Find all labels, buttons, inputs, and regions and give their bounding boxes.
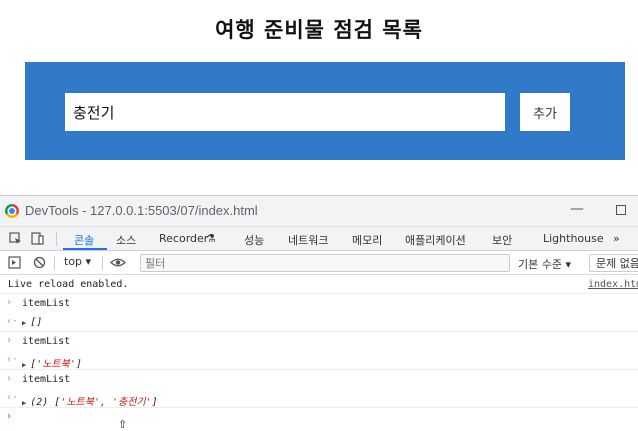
- clear-console-icon[interactable]: [33, 256, 46, 269]
- devtools-titlebar: DevTools - 127.0.0.1:5503/07/index.html …: [0, 196, 638, 227]
- tab-memory[interactable]: 메모리: [352, 232, 382, 248]
- result-text: ▶ (2) ['노트북', '충전기']: [22, 393, 158, 408]
- sidebar-toggle-icon[interactable]: [8, 256, 21, 269]
- inspect-element-icon[interactable]: [9, 232, 22, 245]
- chrome-icon: [5, 204, 19, 218]
- result-prefix: (2) [: [30, 397, 61, 408]
- input-chevron-icon: ›: [6, 335, 13, 346]
- result-arrow-icon: ‹·: [6, 354, 19, 365]
- input-chevron-icon: ›: [6, 373, 13, 384]
- console-prompt[interactable]: ›: [0, 408, 638, 428]
- log-level-value: 기본 수준: [518, 258, 562, 271]
- console-input-line: › itemList: [0, 370, 638, 389]
- tab-lighthouse[interactable]: Lighthouse: [543, 232, 604, 245]
- issues-button[interactable]: 문제 없음: [589, 254, 638, 272]
- source-link[interactable]: index.html: [588, 279, 638, 290]
- devtools-title: DevTools - 127.0.0.1:5503/07/index.html: [25, 203, 258, 218]
- minimize-icon[interactable]: —: [570, 201, 584, 217]
- tab-application[interactable]: 애플리케이션: [405, 232, 466, 248]
- expand-triangle-icon[interactable]: ▶: [22, 399, 26, 407]
- result-text: ▶ ['노트북']: [22, 355, 82, 370]
- context-value: top: [64, 255, 83, 268]
- flask-icon: ⚗: [206, 232, 216, 245]
- input-text: itemList: [22, 298, 71, 309]
- devtools-window: DevTools - 127.0.0.1:5503/07/index.html …: [0, 195, 638, 427]
- mouse-cursor-icon: ⇧: [118, 418, 128, 431]
- result-suffix: ]: [75, 359, 82, 370]
- eye-icon[interactable]: [110, 256, 126, 269]
- tab-separator: [56, 232, 57, 246]
- maximize-icon[interactable]: [616, 205, 626, 215]
- message-text: Live reload enabled.: [8, 279, 129, 290]
- result-items: '노트북': [36, 359, 76, 370]
- expand-triangle-icon[interactable]: ▶: [22, 361, 26, 369]
- tab-sources[interactable]: 소스: [116, 232, 136, 248]
- result-text: ▶ []: [22, 317, 42, 328]
- result-arrow-icon: ‹·: [6, 392, 19, 403]
- tab-performance[interactable]: 성능: [244, 232, 264, 248]
- devtools-tabbar: 콘솔 소스 Recorder ⚗ 성능 네트워크 메모리 애플리케이션 보안 L…: [0, 227, 638, 251]
- console-message: Live reload enabled. index.html: [0, 275, 638, 294]
- prompt-chevron-icon: ›: [6, 411, 13, 422]
- console-toolbar: top ▾ 기본 수준 ▾ 문제 없음: [0, 251, 638, 275]
- tab-network[interactable]: 네트워크: [288, 232, 328, 248]
- input-text: itemList: [22, 336, 71, 347]
- web-page: 여행 준비물 점검 목록 추가: [0, 0, 638, 195]
- console-output: Live reload enabled. index.html › itemLi…: [0, 275, 638, 428]
- page-title: 여행 준비물 점검 목록: [215, 18, 423, 42]
- context-select[interactable]: top ▾: [60, 255, 95, 271]
- device-toolbar-icon[interactable]: [31, 232, 44, 245]
- result-suffix: ]: [151, 397, 158, 408]
- result-items: '노트북', '충전기': [60, 397, 152, 408]
- toolbar-separator: [54, 256, 55, 270]
- console-result-line[interactable]: ‹· ▶ ['노트북']: [0, 351, 638, 370]
- result-arrow-icon: ‹·: [6, 316, 19, 327]
- tab-recorder[interactable]: Recorder: [159, 232, 208, 245]
- add-button[interactable]: 추가: [520, 93, 570, 131]
- expand-triangle-icon[interactable]: ▶: [22, 319, 26, 327]
- active-tab-indicator: [63, 248, 107, 250]
- console-result-line[interactable]: ‹· ▶ []: [0, 313, 638, 332]
- console-result-line[interactable]: ‹· ▶ (2) ['노트북', '충전기']: [0, 389, 638, 408]
- log-level-select[interactable]: 기본 수준 ▾: [518, 256, 571, 272]
- item-form: 추가: [25, 62, 625, 160]
- console-input-line: › itemList: [0, 294, 638, 313]
- input-text: itemList: [22, 374, 71, 385]
- filter-input[interactable]: [140, 254, 510, 272]
- input-chevron-icon: ›: [6, 297, 13, 308]
- more-tabs-icon[interactable]: »: [613, 232, 620, 245]
- console-input-line: › itemList: [0, 332, 638, 351]
- result-value: []: [30, 317, 43, 328]
- item-input[interactable]: [65, 93, 505, 131]
- tab-console[interactable]: 콘솔: [74, 232, 94, 248]
- toolbar-separator: [102, 256, 103, 270]
- tab-security[interactable]: 보안: [492, 232, 512, 248]
